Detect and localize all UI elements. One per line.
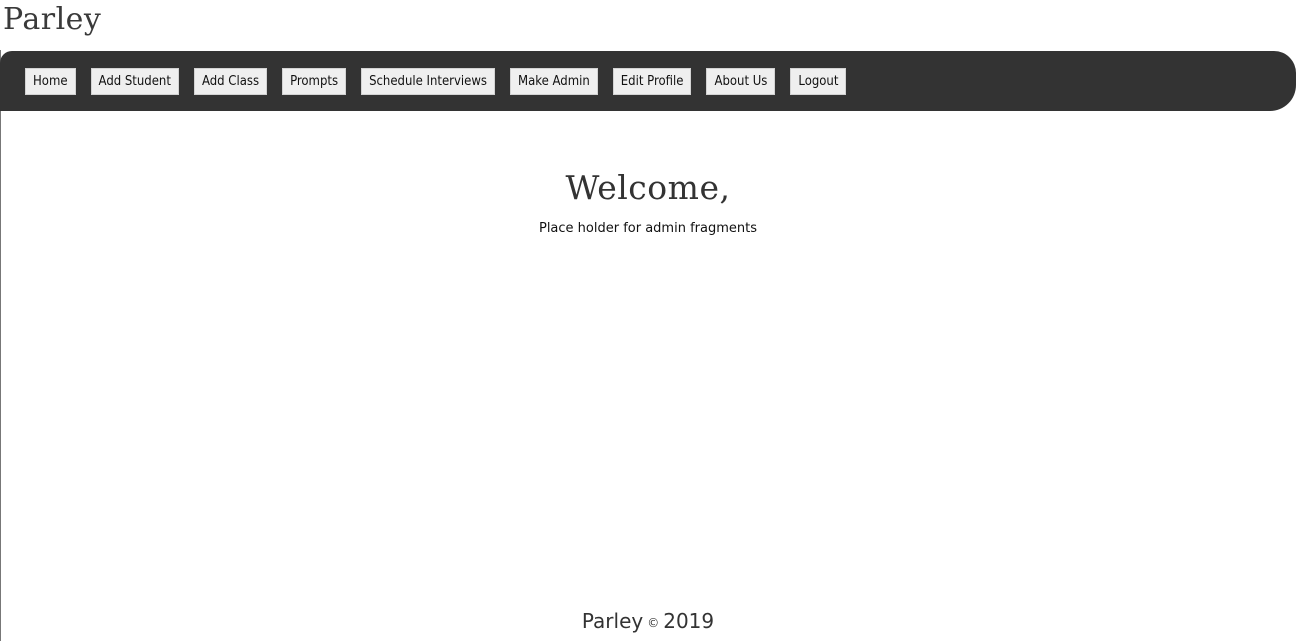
page-left-border: [0, 50, 1, 641]
footer: Parley © 2019: [0, 608, 1296, 636]
nav-prompts-button[interactable]: Prompts: [282, 68, 347, 95]
nav-schedule-interviews-button[interactable]: Schedule Interviews: [361, 68, 496, 95]
nav-add-student-button[interactable]: Add Student: [90, 68, 179, 95]
nav-about-us-button[interactable]: About Us: [706, 68, 776, 95]
nav-edit-profile-button[interactable]: Edit Profile: [612, 68, 692, 95]
admin-placeholder-text: Place holder for admin fragments: [538, 221, 757, 236]
site-brand[interactable]: Parley: [3, 2, 101, 38]
main-navbar: Home Add Student Add Class Prompts Sched…: [0, 51, 1296, 111]
page: Parley Home Add Student Add Class Prompt…: [0, 0, 1296, 641]
nav-make-admin-button[interactable]: Make Admin: [510, 68, 598, 95]
copyright-symbol: ©: [647, 615, 660, 630]
nav-home-button[interactable]: Home: [25, 68, 76, 95]
footer-brand: Parley: [581, 609, 644, 633]
nav-add-class-button[interactable]: Add Class: [193, 68, 268, 95]
nav-logout-button[interactable]: Logout: [790, 68, 847, 95]
welcome-heading: Welcome,: [565, 168, 731, 207]
nav-button-row: Home Add Student Add Class Prompts Sched…: [25, 68, 861, 95]
footer-year: 2019: [663, 609, 715, 633]
